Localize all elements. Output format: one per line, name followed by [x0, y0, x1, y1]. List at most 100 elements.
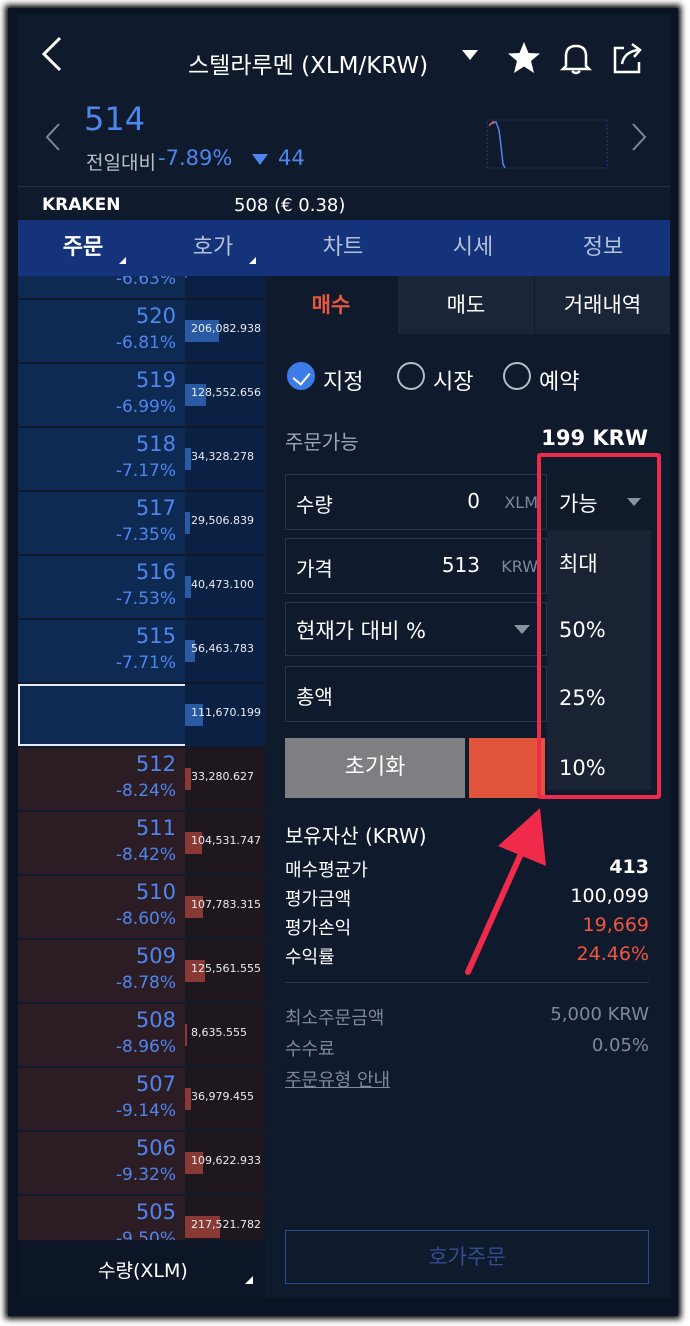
orderbook-row[interactable]: 505 -9.50% 217,521.782: [18, 1196, 265, 1240]
price-cell[interactable]: 506 -9.32%: [18, 1132, 184, 1194]
asset-value: 24.46%: [576, 943, 649, 965]
percent-dropdown[interactable]: 현재가 대비 %: [285, 602, 547, 656]
row-volume: 8,635.555: [191, 1026, 247, 1039]
price-cell[interactable]: 505 -9.50%: [18, 1196, 184, 1240]
price-cell[interactable]: 520 -6.81%: [18, 300, 184, 362]
row-percent: -8.96%: [115, 1037, 176, 1057]
back-icon[interactable]: [36, 34, 66, 74]
orderbook-row[interactable]: 506 -9.32% 109,622.933: [18, 1132, 265, 1194]
row-volume: 109,622.933: [191, 1154, 261, 1167]
orderbook-row[interactable]: 511 -8.42% 104,531.747: [18, 812, 265, 874]
row-price: 508: [135, 1008, 176, 1032]
orderbook-row[interactable]: 520 -6.81% 206,082.938: [18, 300, 265, 362]
orderbook-row[interactable]: 510 -8.60% 107,783.315: [18, 876, 265, 938]
orderbook-row[interactable]: 519 -6.99% 128,552.656: [18, 364, 265, 426]
volume-bar: [185, 512, 190, 534]
order-tabs: 매수 매도 거래내역: [265, 276, 670, 334]
row-percent: -7.17%: [115, 461, 176, 481]
row-percent: -6.99%: [115, 397, 176, 417]
orderbook-row[interactable]: 518 -7.17% 34,328.278: [18, 428, 265, 490]
star-icon[interactable]: [506, 40, 542, 76]
price-cell[interactable]: 517 -7.35%: [18, 492, 184, 554]
orderbook-row[interactable]: 508 -8.96% 8,635.555: [18, 1004, 265, 1066]
orderbook-row[interactable]: 515 -7.71% 56,463.783: [18, 620, 265, 682]
chevron-right-icon[interactable]: [630, 122, 648, 152]
price-cell[interactable]: 518 -7.17%: [18, 428, 184, 490]
buy-button[interactable]: [469, 738, 545, 798]
orderbook-order-button[interactable]: 호가주문: [285, 1230, 649, 1284]
orderbook-footer[interactable]: 수량(XLM): [18, 1240, 265, 1298]
tab-orderbook[interactable]: 호가: [148, 220, 278, 276]
orderbook-row[interactable]: 517 -7.35% 29,506.839: [18, 492, 265, 554]
bell-icon[interactable]: [558, 40, 594, 76]
price-cell[interactable]: 510 -8.60%: [18, 876, 184, 938]
total-field[interactable]: 총액: [285, 666, 547, 722]
price-cell[interactable]: 519 -6.99%: [18, 364, 184, 426]
quantity-field[interactable]: 수량 0 XLM: [285, 474, 547, 530]
volume-cell: 33,280.627: [185, 748, 265, 810]
row-volume: 128,552.656: [191, 386, 261, 399]
price-cell[interactable]: 515 -7.71%: [18, 620, 184, 682]
asset-row: 평가손익 19,669: [285, 914, 649, 942]
orderbook-row-selected[interactable]: 514-7.89%111,670.199: [18, 684, 265, 746]
price-cell[interactable]: 512 -8.24%: [18, 748, 184, 810]
tab-order[interactable]: 주문: [18, 220, 148, 276]
tab-buy[interactable]: 매수: [265, 276, 397, 334]
row-volume: 111,670.199: [191, 706, 261, 719]
tab-history[interactable]: 거래내역: [535, 276, 670, 334]
reset-button[interactable]: 초기화: [285, 738, 465, 798]
tab-label: 차트: [322, 235, 364, 260]
volume-cell: 40,473.100: [185, 556, 265, 618]
chevron-left-icon[interactable]: [44, 122, 62, 152]
price-cell[interactable]: 516 -7.53%: [18, 556, 184, 618]
market-title[interactable]: 스텔라루멘 (XLM/KRW): [188, 46, 428, 80]
tab-sell[interactable]: 매도: [398, 276, 534, 334]
volume-cell: 8,635.555: [185, 1004, 265, 1066]
chevron-down-icon[interactable]: [462, 50, 478, 60]
price-unit: KRW: [501, 557, 538, 576]
orderbook-row[interactable]: 507 -9.14% 36,979.455: [18, 1068, 265, 1130]
price-cell[interactable]: -6.63%: [18, 276, 184, 298]
asset-value: 413: [609, 856, 649, 878]
price-field[interactable]: 가격 513 KRW: [285, 538, 547, 594]
volume-cell: 36,979.455: [185, 1068, 265, 1130]
corner-triangle-icon: [249, 257, 256, 264]
tab-info[interactable]: 정보: [538, 220, 668, 276]
tab-market[interactable]: 시세: [408, 220, 538, 276]
row-volume: 217,521.782: [191, 1218, 261, 1231]
price-cell[interactable]: 509 -8.78%: [18, 940, 184, 1002]
row-percent: -7.53%: [115, 589, 176, 609]
checkmark-radio-icon[interactable]: [287, 362, 315, 390]
asset-key: 평가금액: [285, 889, 352, 910]
info-value: 5,000 KRW: [550, 1004, 649, 1025]
row-percent: -9.50%: [115, 1229, 176, 1240]
order-type-guide-link[interactable]: 주문유형 안내: [285, 1066, 390, 1092]
radio-icon[interactable]: [397, 362, 425, 390]
price-value[interactable]: 513: [442, 553, 480, 577]
asset-row: 평가금액 100,099: [285, 885, 649, 913]
chevron-down-icon: [514, 625, 530, 634]
price-cell[interactable]: 508 -8.96%: [18, 1004, 184, 1066]
orderbook-row[interactable]: 509 -8.78% 125,561.555: [18, 940, 265, 1002]
price-cell[interactable]: 511 -8.42%: [18, 812, 184, 874]
info-value: 0.05%: [591, 1035, 649, 1056]
quantity-value[interactable]: 0: [467, 489, 480, 513]
volume-cell: 107,783.315: [185, 876, 265, 938]
percent-dropdown-label: 현재가 대비 %: [296, 619, 426, 643]
orderbook[interactable]: -6.63% 520 -6.81% 206,082.938 519 -6.99% 128,5…: [18, 276, 265, 1240]
volume-cell: 125,561.555: [185, 940, 265, 1002]
price-cell[interactable]: 507 -9.14%: [18, 1068, 184, 1130]
row-volume: 125,561.555: [191, 962, 261, 975]
tab-chart[interactable]: 차트: [278, 220, 408, 276]
orderbook-row[interactable]: -6.63%: [18, 276, 265, 298]
corner-triangle-icon: [245, 1276, 253, 1284]
top-header: 스텔라루멘 (XLM/KRW): [18, 14, 670, 90]
orderbook-row[interactable]: 516 -7.53% 40,473.100: [18, 556, 265, 618]
orderbook-row[interactable]: 512 -8.24% 33,280.627: [18, 748, 265, 810]
info-row: 최소주문금액 5,000 KRW: [285, 1004, 649, 1032]
radio-icon[interactable]: [503, 362, 531, 390]
order-type-label: 시장: [433, 370, 474, 395]
highlight-box: [537, 453, 661, 799]
row-percent: -7.35%: [115, 525, 176, 545]
share-icon[interactable]: [610, 40, 646, 76]
